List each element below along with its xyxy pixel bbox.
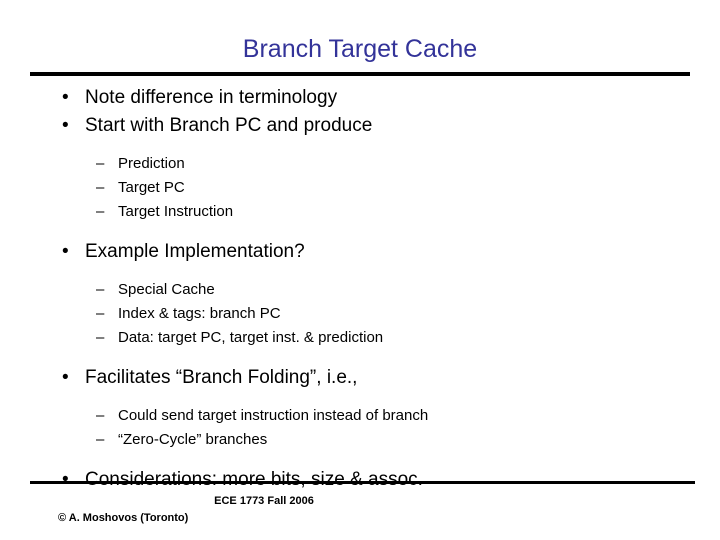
bullet-marker-icon: • xyxy=(62,367,69,388)
sub-bullet-item: – Data: target PC, target inst. & predic… xyxy=(0,326,720,350)
footer-course-label: ECE 1773 Fall 2006 xyxy=(214,495,314,507)
bullet-text: Start with Branch PC and produce xyxy=(85,115,373,136)
bullet-text: Considerations: more bits, size & assoc. xyxy=(85,469,423,490)
dash-marker-icon: – xyxy=(96,305,105,322)
title-divider-top xyxy=(30,72,690,76)
bullet-text: Facilitates “Branch Folding”, i.e., xyxy=(85,367,358,388)
sub-bullet-text: Target Instruction xyxy=(118,203,234,220)
bullet-item: • Start with Branch PC and produce xyxy=(0,112,720,140)
slide: Branch Target Cache • Note difference in… xyxy=(0,0,720,540)
sub-bullet-item: – Target PC xyxy=(0,176,720,200)
sub-bullet-text: Special Cache xyxy=(118,281,215,298)
sub-bullet-text: Could send target instruction instead of… xyxy=(118,407,429,424)
dash-marker-icon: – xyxy=(96,407,105,424)
bullet-item: • Example Implementation? xyxy=(0,238,720,266)
dash-marker-icon: – xyxy=(96,281,105,298)
bullet-item: • Note difference in terminology xyxy=(0,84,720,112)
sub-bullet-item: – Index & tags: branch PC xyxy=(0,302,720,326)
sub-bullet-text: Index & tags: branch PC xyxy=(118,305,281,322)
sub-bullet-text: “Zero-Cycle” branches xyxy=(118,431,268,448)
dash-marker-icon: – xyxy=(96,431,105,448)
bullet-text: Example Implementation? xyxy=(85,241,305,262)
sub-bullet-item: – “Zero-Cycle” branches xyxy=(0,428,720,452)
sub-bullet-item: – Could send target instruction instead … xyxy=(0,404,720,428)
footer-copyright-label: © A. Moshovos (Toronto) xyxy=(58,512,189,524)
bullet-marker-icon: • xyxy=(62,469,69,490)
sub-bullet-text: Data: target PC, target inst. & predicti… xyxy=(118,329,384,346)
bullet-item: • Considerations: more bits, size & asso… xyxy=(0,466,720,494)
slide-title: Branch Target Cache xyxy=(242,35,478,63)
dash-marker-icon: – xyxy=(96,155,105,172)
bullet-marker-icon: • xyxy=(62,241,69,262)
dash-marker-icon: – xyxy=(96,179,105,196)
bullet-text: Note difference in terminology xyxy=(85,87,338,108)
slide-body: • Note difference in terminology • Start… xyxy=(0,84,720,494)
sub-bullet-item: – Special Cache xyxy=(0,278,720,302)
sub-bullet-text: Prediction xyxy=(118,155,185,172)
sub-bullet-item: – Target Instruction xyxy=(0,200,720,224)
bullet-marker-icon: • xyxy=(62,115,69,136)
bullet-item: • Facilitates “Branch Folding”, i.e., xyxy=(0,364,720,392)
dash-marker-icon: – xyxy=(96,329,105,346)
dash-marker-icon: – xyxy=(96,203,105,220)
bullet-marker-icon: • xyxy=(62,87,69,108)
sub-bullet-item: – Prediction xyxy=(0,152,720,176)
footer-divider-bottom xyxy=(30,481,695,484)
sub-bullet-text: Target PC xyxy=(118,179,185,196)
